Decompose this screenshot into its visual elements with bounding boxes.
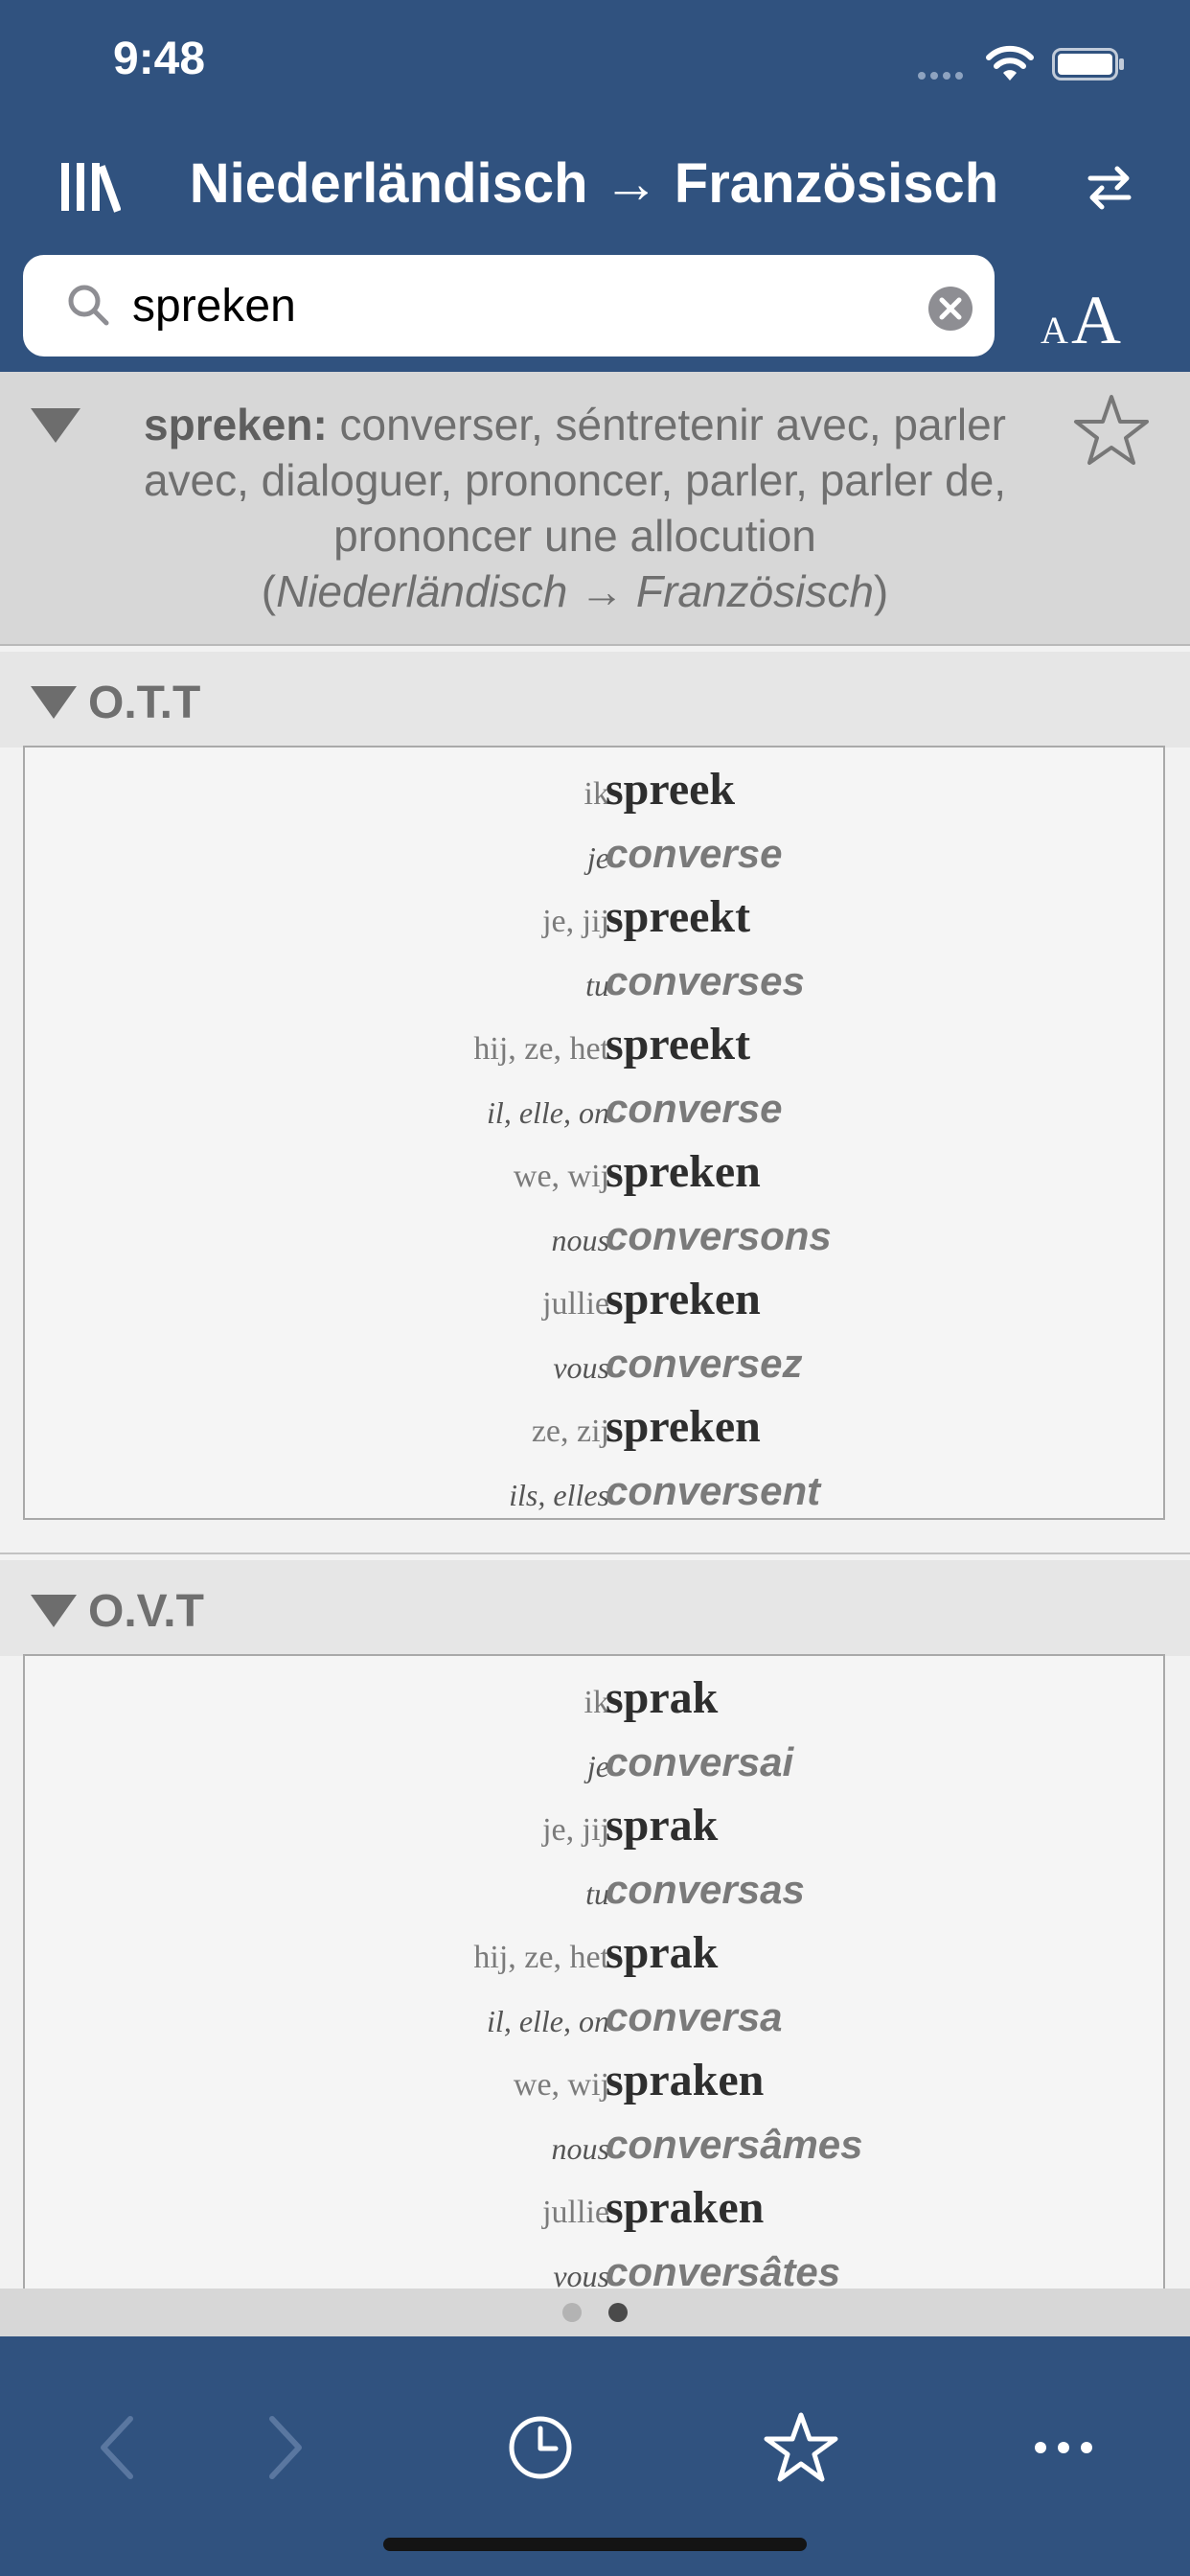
verb-form[interactable]: sprak xyxy=(606,1799,718,1852)
pronoun: jullie xyxy=(542,2195,609,2230)
verb-form[interactable]: conversas xyxy=(606,1867,805,1913)
pronoun: je, jij xyxy=(542,1812,609,1848)
verb-form[interactable]: spreekt xyxy=(606,890,750,943)
conjugation-row-fr: il, elle, on converse xyxy=(25,1082,1163,1145)
conjugation-row-nl: je, jij sprak xyxy=(25,1799,1163,1862)
page-indicator xyxy=(0,2288,1190,2336)
conjugation-row-nl: we, wij spraken xyxy=(25,2054,1163,2117)
dictionary-direction-title: Niederländisch → Französisch xyxy=(189,152,999,215)
forward-icon[interactable] xyxy=(243,2409,320,2486)
pronoun: il, elle, on xyxy=(487,1094,609,1130)
conjugation-row-nl: ik spreek xyxy=(25,763,1163,826)
pronoun: il, elle, on xyxy=(487,2003,609,2038)
library-icon[interactable] xyxy=(57,159,121,215)
cellular-signal-icon xyxy=(918,67,973,80)
conjugation-row-fr: je conversai xyxy=(25,1736,1163,1799)
conjugation-row-fr: tu conversas xyxy=(25,1863,1163,1926)
verb-form[interactable]: spraken xyxy=(606,2054,764,2106)
conjugation-row-nl: je, jij spreekt xyxy=(25,890,1163,954)
pronoun: nous xyxy=(551,2130,609,2166)
swap-direction-icon[interactable] xyxy=(1083,161,1136,215)
pronoun: nous xyxy=(551,1222,609,1257)
pronoun: ze, zij xyxy=(531,1414,609,1449)
pronoun: je, jij xyxy=(542,904,609,939)
verb-form[interactable]: conversai xyxy=(606,1739,793,1785)
battery-icon xyxy=(1052,48,1124,80)
collapse-triangle-icon[interactable] xyxy=(31,408,80,443)
favorites-icon[interactable] xyxy=(763,2409,839,2486)
page-dot-1[interactable] xyxy=(562,2303,582,2322)
conjugation-row-nl: ze, zij spreken xyxy=(25,1400,1163,1463)
section-label: O.T.T xyxy=(88,678,201,728)
entry-direction-open: ( xyxy=(261,566,277,616)
conjugation-row-fr: nous conversâmes xyxy=(25,2118,1163,2181)
section-collapse-icon[interactable] xyxy=(31,1595,77,1627)
conjugation-row-nl: jullie spreken xyxy=(25,1273,1163,1336)
pronoun: we, wij xyxy=(513,2067,609,2103)
pronoun: hij, ze, het xyxy=(473,1940,609,1975)
search-input[interactable] xyxy=(109,272,899,339)
verb-form[interactable]: converse xyxy=(606,831,782,877)
entry-summary[interactable]: spreken: converser, séntretenir avec, pa… xyxy=(0,372,1190,646)
pronoun: vous xyxy=(553,1349,609,1385)
verb-form[interactable]: spreken xyxy=(606,1400,761,1453)
top-bar: 9:48 Niederländisch → Französisch A A xyxy=(0,0,1190,372)
conjugation-row-nl: hij, ze, het sprak xyxy=(25,1926,1163,1990)
conjugation-row-nl: we, wij spreken xyxy=(25,1145,1163,1208)
verb-form[interactable]: converses xyxy=(606,958,805,1004)
verb-form[interactable]: spreken xyxy=(606,1145,761,1198)
entry-direction: Niederländisch → Französisch xyxy=(276,566,874,616)
verb-form[interactable]: spraken xyxy=(606,2181,764,2234)
entry-headword: spreken: xyxy=(144,400,328,449)
section-header-ott[interactable]: O.T.T xyxy=(0,652,1190,748)
verb-form[interactable]: conversa xyxy=(606,1994,782,2040)
entry-translations: spreken: converser, séntretenir avec, pa… xyxy=(96,397,1054,619)
home-indicator xyxy=(383,2538,807,2551)
pronoun: hij, ze, het xyxy=(473,1031,609,1067)
verb-form[interactable]: spreken xyxy=(606,1273,761,1325)
pronoun: jullie xyxy=(542,1286,609,1322)
verb-form[interactable]: spreekt xyxy=(606,1018,750,1070)
conjugation-row-nl: ik sprak xyxy=(25,1671,1163,1735)
verb-form[interactable]: sprak xyxy=(606,1926,718,1979)
section-collapse-icon[interactable] xyxy=(31,686,77,719)
clear-search-icon[interactable] xyxy=(927,286,973,332)
pronoun: ils, elles xyxy=(509,1477,609,1512)
verb-form[interactable]: conversez xyxy=(606,1341,802,1387)
conjugation-row-fr: il, elle, on conversa xyxy=(25,1990,1163,2054)
conjugation-table-ott: ik spreek je converse je, jij spreekt tu conver… xyxy=(23,746,1165,1520)
search-bar xyxy=(23,255,995,356)
conjugation-row-fr: tu converses xyxy=(25,954,1163,1018)
conjugation-row-fr: nous conversons xyxy=(25,1209,1163,1273)
conjugation-row-fr: vous conversez xyxy=(25,1337,1163,1400)
conjugation-row-fr: je converse xyxy=(25,827,1163,890)
wifi-icon xyxy=(986,45,1034,80)
verb-form[interactable]: sprak xyxy=(606,1671,718,1724)
entry-direction-close: ) xyxy=(873,566,889,616)
status-time: 9:48 xyxy=(113,34,206,84)
font-size-icon[interactable]: A A xyxy=(1039,282,1134,349)
conjugation-row-fr: ils, elles conversent xyxy=(25,1464,1163,1528)
more-icon[interactable] xyxy=(1025,2409,1102,2486)
back-icon[interactable] xyxy=(82,2409,159,2486)
verb-form[interactable]: converse xyxy=(606,1086,782,1132)
pronoun: we, wij xyxy=(513,1159,609,1194)
svg-text:A: A xyxy=(1041,309,1068,349)
conjugation-table-ovt: ik sprak je conversai je, jij sprak tu conversa… xyxy=(23,1654,1165,2325)
conjugation-row-nl: jullie spraken xyxy=(25,2181,1163,2244)
history-icon[interactable] xyxy=(502,2409,579,2486)
svg-text:A: A xyxy=(1071,282,1121,349)
search-icon xyxy=(68,285,109,326)
verb-form[interactable]: conversent xyxy=(606,1468,820,1514)
section-header-ovt[interactable]: O.V.T xyxy=(0,1560,1190,1656)
verb-form[interactable]: conversâmes xyxy=(606,2122,863,2168)
verb-form[interactable]: conversons xyxy=(606,1213,832,1259)
section-divider xyxy=(0,1552,1190,1554)
page-dot-2[interactable] xyxy=(608,2303,628,2322)
verb-form[interactable]: spreek xyxy=(606,763,735,816)
section-label: O.V.T xyxy=(88,1586,204,1637)
conjugation-row-nl: hij, ze, het spreekt xyxy=(25,1018,1163,1081)
favorite-star-icon[interactable] xyxy=(1071,391,1152,468)
